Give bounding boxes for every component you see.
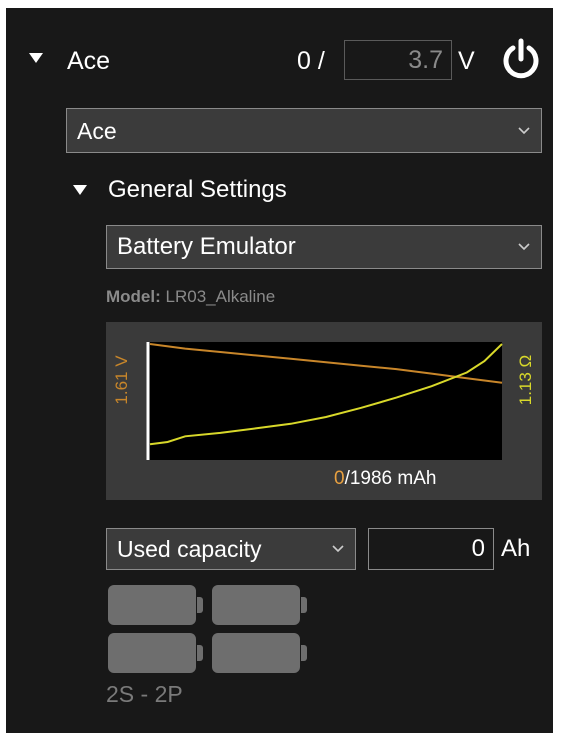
general-settings-title[interactable]: General Settings (108, 175, 287, 205)
y-right-label: 1.13 Ω (516, 354, 535, 406)
battery-tip-icon (197, 645, 203, 661)
device-select[interactable]: Ace (66, 108, 542, 153)
mode-select-value: Battery Emulator (117, 233, 296, 260)
voltage-unit: V (458, 47, 475, 75)
mode-select[interactable]: Battery Emulator (106, 225, 542, 269)
battery-cell-icon (212, 585, 300, 625)
capacity-readout: 0/1986 mAh (334, 468, 436, 490)
battery-cell-icon (108, 633, 196, 673)
model-label: Model: (106, 287, 161, 306)
capacity-input[interactable]: 0 (368, 528, 494, 570)
model-info: Model: LR03_Alkaline (106, 287, 275, 307)
collapse-general-caret-icon[interactable] (73, 185, 87, 195)
battery-tip-icon (301, 645, 307, 661)
capacity-used: 0 (334, 468, 345, 489)
power-icon[interactable] (501, 37, 541, 79)
device-select-value: Ace (77, 117, 117, 144)
battery-cell-icon (108, 585, 196, 625)
capacity-total: /1986 mAh (344, 468, 437, 489)
device-panel: Ace 0 / 3.7 V Ace General Settings Batte… (6, 8, 553, 733)
chart-plot-area (148, 342, 502, 460)
battery-cell-icon (212, 633, 300, 673)
capacity-input-value: 0 (471, 535, 485, 562)
model-value: LR03_Alkaline (165, 287, 276, 306)
discharge-chart-svg (146, 342, 503, 460)
battery-tip-icon (197, 597, 203, 613)
y-right-label-wrap: 1.13 Ω (514, 344, 542, 414)
chevron-down-icon (518, 243, 530, 251)
y-left-label: 1.61 V (112, 355, 131, 405)
capacity-mode-select[interactable]: Used capacity (106, 528, 356, 570)
voltage-setpoint-input[interactable]: 3.7 (344, 40, 452, 80)
chevron-down-icon (518, 126, 530, 134)
discharge-chart: 1.61 V 1.13 Ω 0/1986 mAh (106, 322, 542, 500)
voltage-current: 0 / (297, 47, 325, 75)
collapse-device-caret-icon[interactable] (29, 53, 43, 63)
voltage-setpoint-value: 3.7 (408, 46, 443, 74)
capacity-mode-value: Used capacity (117, 536, 262, 562)
device-name: Ace (67, 47, 111, 75)
configuration-label: 2S - 2P (106, 681, 183, 707)
capacity-unit: Ah (501, 535, 531, 562)
y-left-label-wrap: 1.61 V (106, 344, 134, 414)
chevron-down-icon (332, 545, 344, 553)
battery-tip-icon (301, 597, 307, 613)
